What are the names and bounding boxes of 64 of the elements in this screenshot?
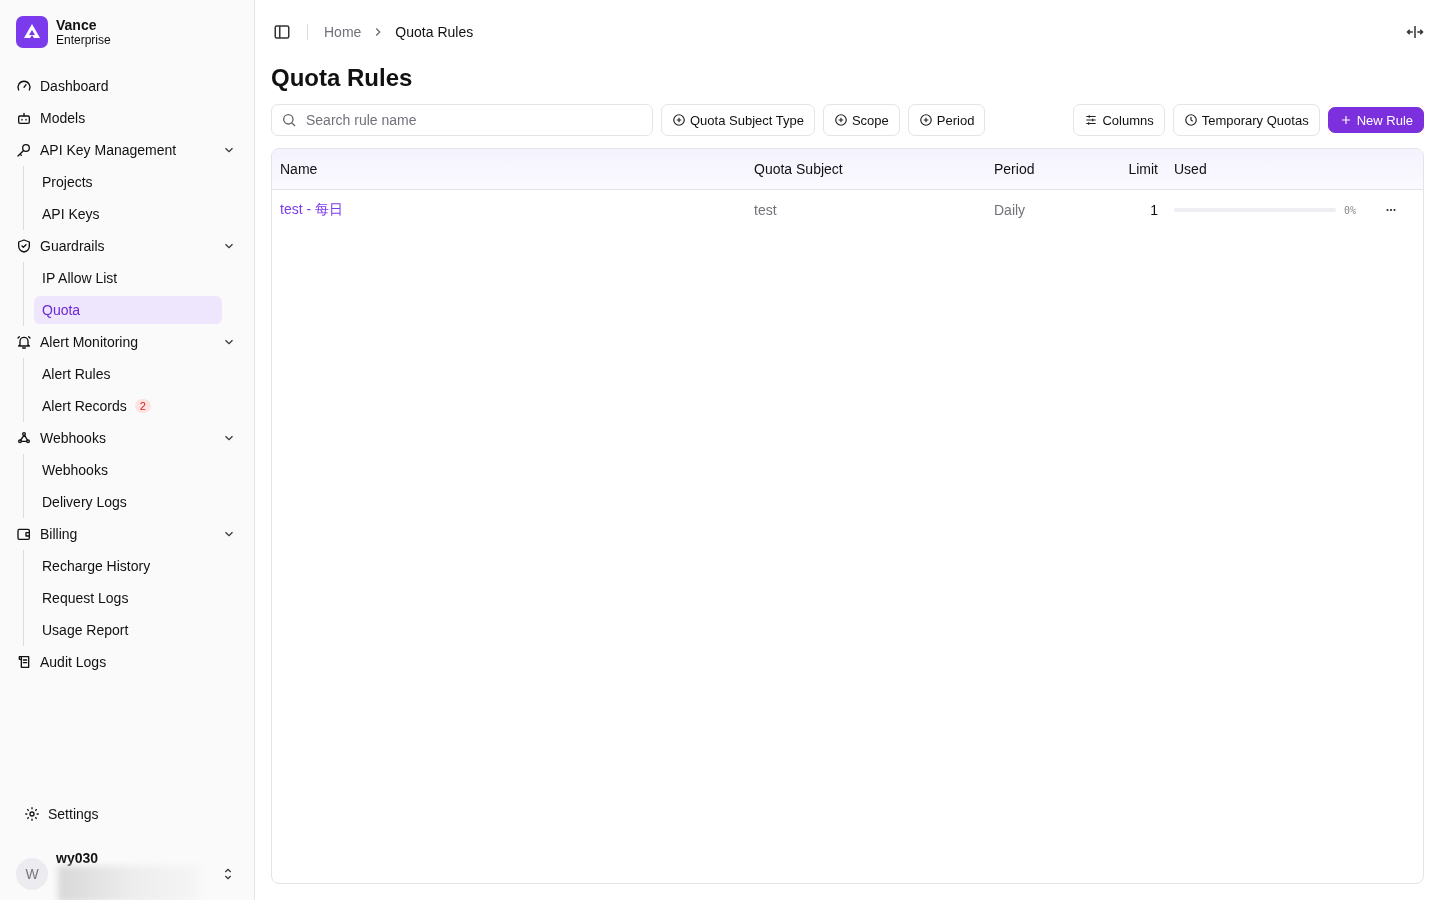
filter-button[interactable]: Scope	[822, 104, 900, 136]
breadcrumb-link[interactable]: Home	[324, 24, 362, 40]
settings-link[interactable]: Settings	[16, 798, 238, 830]
column-header: Period	[993, 161, 1036, 177]
plus-circle-icon	[918, 113, 933, 127]
rule-name-link[interactable]: test - 每日	[280, 201, 343, 219]
nav-item[interactable]: Alert Monitoring	[16, 326, 238, 358]
filter-button[interactable]: Period	[907, 104, 986, 136]
nav-item[interactable]: Audit Logs	[16, 646, 238, 678]
temporary-quotas-button[interactable]: Temporary Quotas	[1172, 104, 1320, 136]
breadcrumb-current: Quota Rules	[395, 24, 474, 40]
nav-subitem[interactable]: IP Allow List	[34, 264, 222, 292]
table-cell-text: 1	[1149, 202, 1159, 218]
expand-icon[interactable]	[1406, 23, 1424, 41]
settings-icon	[24, 806, 40, 822]
sliders-icon	[1084, 113, 1099, 127]
nav-subitem[interactable]: Usage Report	[34, 616, 222, 644]
plus-circle-icon	[672, 113, 686, 127]
nav-subitem[interactable]: Quota	[34, 296, 222, 324]
nav-item[interactable]: Models	[16, 102, 238, 134]
nav-subitem[interactable]: Recharge History	[34, 552, 222, 580]
plus-circle-icon	[833, 113, 848, 127]
nav-item[interactable]: Dashboard	[16, 70, 238, 102]
column-header: Used	[1173, 161, 1208, 177]
nav-item[interactable]: Billing	[16, 518, 238, 550]
gauge-icon	[16, 78, 32, 94]
nav-item[interactable]: API Key Management	[16, 134, 238, 166]
more-icon[interactable]	[1384, 207, 1398, 213]
brand-subtitle: Enterprise	[56, 33, 111, 47]
nav-item[interactable]: Webhooks	[16, 422, 238, 454]
logo-icon	[16, 16, 48, 48]
count-badge: 2	[134, 399, 151, 413]
nav-subitem[interactable]: API Keys	[34, 200, 222, 228]
webhook-icon	[16, 430, 32, 446]
column-header: Limit	[1127, 161, 1159, 177]
nav-subitem[interactable]: Alert Rules	[34, 360, 222, 388]
brand-name: Vance	[56, 17, 98, 33]
key-icon	[16, 142, 32, 158]
nav-subitem[interactable]: Webhooks	[34, 456, 222, 484]
columns-button[interactable]: Columns	[1073, 104, 1165, 136]
shield-icon	[16, 238, 32, 254]
scroll-icon	[16, 654, 32, 670]
nav-subitem[interactable]: Alert Records 2	[34, 392, 222, 420]
nav-subitem[interactable]: Projects	[34, 168, 222, 196]
usage-percent: 0%	[1344, 204, 1357, 216]
column-header: Name	[279, 161, 319, 177]
user-name: wy030	[56, 850, 99, 866]
nav-item[interactable]: Guardrails	[16, 230, 238, 262]
bell-icon	[16, 334, 32, 350]
user-avatar: W	[16, 858, 48, 890]
sidebar-toggle-icon[interactable]	[273, 23, 291, 41]
filter-button[interactable]: Quota Subject Type	[661, 104, 815, 136]
new-rule-button[interactable]: New Rule	[1327, 107, 1424, 133]
search-icon	[281, 112, 297, 128]
nav-subitem[interactable]: Delivery Logs	[34, 488, 222, 516]
column-header: Quota Subject	[753, 161, 844, 177]
bot-icon	[16, 110, 32, 126]
table-cell-text: Daily	[993, 202, 1027, 218]
wallet-icon	[16, 526, 32, 542]
clock-icon	[1183, 113, 1198, 127]
table-cell-text: test	[753, 202, 778, 218]
page-title: Quota Rules	[271, 64, 414, 92]
search-field[interactable]: Search rule name	[271, 104, 653, 136]
nav-subitem[interactable]: Request Logs	[34, 584, 222, 612]
